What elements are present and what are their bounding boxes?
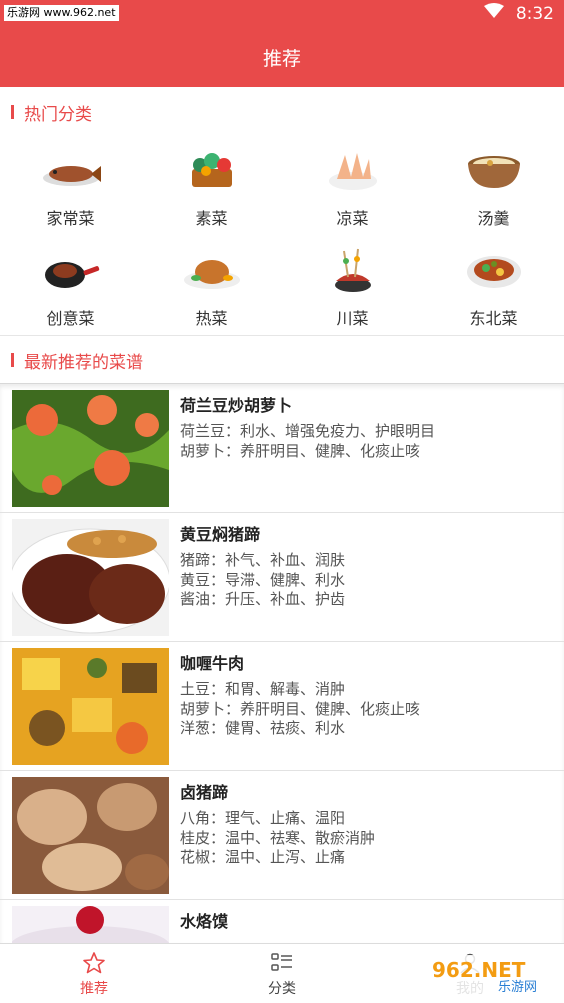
stir-fry-plate-icon <box>462 243 526 297</box>
soup-pot-icon <box>462 143 526 197</box>
category-label: 创意菜 <box>46 309 95 328</box>
heading-marker <box>11 105 14 119</box>
status-time: 8:32 <box>515 3 554 24</box>
recipe-image-peas-carrot <box>12 390 169 507</box>
category-label: 东北菜 <box>469 309 518 328</box>
category-item-sucai[interactable]: 素菜 <box>141 135 282 235</box>
recipe-name: 黄豆焖猪蹄 <box>180 525 261 544</box>
recipe-benefit-line: 土豆：和胃、解毒、消肿 <box>180 680 346 698</box>
category-grid: 家常菜 素菜 凉菜 汤羹 创意菜 热菜 川菜 东北菜 <box>0 135 564 335</box>
vegetable-basket-icon <box>180 143 244 197</box>
recipe-item[interactable]: 咖喱牛肉 土豆：和胃、解毒、消肿 胡萝卜：养肝明目、健脾、化痰止咳 洋葱：健胃、… <box>0 642 564 771</box>
category-label: 热菜 <box>195 309 228 328</box>
recipe-image-soy-trotter <box>12 519 169 636</box>
recipe-benefit-line: 猪蹄：补气、补血、润肤 <box>180 551 346 569</box>
recipe-item[interactable]: 卤猪蹄 八角：理气、止痛、温阳 桂皮：温中、祛寒、散瘀消肿 花椒：温中、止泻、止… <box>0 771 564 900</box>
category-item-recai[interactable]: 热菜 <box>141 235 282 335</box>
recipe-benefit-line: 胡萝卜：养肝明目、健脾、化痰止咳 <box>180 699 421 718</box>
category-label: 汤羹 <box>477 209 510 228</box>
status-indicators: 8:32 <box>483 3 554 24</box>
tab-category[interactable]: 分类 <box>188 944 376 1003</box>
recipe-name: 荷兰豆炒胡萝卜 <box>180 396 293 415</box>
recipe-name: 卤猪蹄 <box>180 783 229 802</box>
category-item-jiachangcai[interactable]: 家常菜 <box>0 135 141 235</box>
recipe-benefits: 荷兰豆：利水、增强免疫力、护眼明目 胡萝卜：养肝明目、健脾、化痰止咳 <box>180 422 435 461</box>
latest-recipes-heading: 最新推荐的菜谱 <box>0 336 564 384</box>
frying-pan-icon <box>39 243 103 297</box>
brand-logo-text: 962.NET <box>432 958 526 982</box>
recipe-benefit-line: 桂皮：温中、祛寒、散瘀消肿 <box>180 828 376 847</box>
recipe-benefit-line: 花椒：温中、止泻、止痛 <box>180 848 346 866</box>
tab-recommend[interactable]: 推荐 <box>0 944 188 1003</box>
category-item-tanggeng[interactable]: 汤羹 <box>423 135 564 235</box>
recipe-benefit-line: 黄豆：导滞、健脾、利水 <box>180 570 346 589</box>
status-bar: 乐游网 www.962.net 8:32 <box>0 0 564 28</box>
watermark: 乐游网 www.962.net <box>4 5 119 21</box>
hot-categories-heading: 热门分类 <box>0 88 564 136</box>
category-item-dongbeicai[interactable]: 东北菜 <box>423 235 564 335</box>
recipe-image-curry-beef <box>12 648 169 765</box>
recipe-image-water-flatbread <box>12 906 169 943</box>
category-label: 凉菜 <box>336 209 369 228</box>
recipe-benefits: 八角：理气、止痛、温阳 桂皮：温中、祛寒、散瘀消肿 花椒：温中、止泻、止痛 <box>180 809 375 868</box>
recipe-item[interactable]: 水烙馍 <box>0 900 564 943</box>
recipe-benefits: 猪蹄：补气、补血、润肤 黄豆：导滞、健脾、利水 酱油：升压、补血、护齿 <box>180 551 345 610</box>
category-label: 川菜 <box>336 309 369 328</box>
recipe-benefit-line: 荷兰豆：利水、增强免疫力、护眼明目 <box>180 422 436 440</box>
page-title: 推荐 <box>262 48 301 70</box>
recipe-benefit-line: 胡萝卜：养肝明目、健脾、化痰止咳 <box>180 441 421 460</box>
recipe-list[interactable]: 荷兰豆炒胡萝卜 荷兰豆：利水、增强免疫力、护眼明目 胡萝卜：养肝明目、健脾、化痰… <box>0 383 564 943</box>
app-header: 推荐 <box>0 28 564 87</box>
category-item-liangcai[interactable]: 凉菜 <box>282 135 423 235</box>
brand-logo-subtext: 乐游网 <box>498 980 537 995</box>
recipe-benefit-line: 八角：理气、止痛、温阳 <box>180 809 346 827</box>
skewer-pot-icon <box>321 243 385 297</box>
tab-label: 推荐 <box>80 980 108 997</box>
heading-marker <box>11 353 14 367</box>
tab-label: 分类 <box>268 980 296 997</box>
recipe-image-braised-trotter <box>12 777 169 894</box>
latest-recipes-title: 最新推荐的菜谱 <box>24 352 143 373</box>
hot-categories-title: 热门分类 <box>24 104 92 125</box>
wifi-icon <box>483 3 504 24</box>
recipe-item[interactable]: 黄豆焖猪蹄 猪蹄：补气、补血、润肤 黄豆：导滞、健脾、利水 酱油：升压、补血、护… <box>0 513 564 642</box>
list-icon <box>270 950 294 976</box>
category-label: 家常菜 <box>46 209 95 228</box>
recipe-item[interactable]: 荷兰豆炒胡萝卜 荷兰豆：利水、增强免疫力、护眼明目 胡萝卜：养肝明目、健脾、化痰… <box>0 384 564 513</box>
category-item-chuancai[interactable]: 川菜 <box>282 235 423 335</box>
recipe-benefit-line: 洋葱：健胃、祛痰、利水 <box>180 719 346 737</box>
roast-chicken-icon <box>180 243 244 297</box>
category-label: 素菜 <box>195 209 228 228</box>
brand-logo: 962.NET 乐游网 <box>426 953 556 997</box>
recipe-benefits: 土豆：和胃、解毒、消肿 胡萝卜：养肝明目、健脾、化痰止咳 洋葱：健胃、祛痰、利水 <box>180 680 420 739</box>
fish-dish-icon <box>39 143 103 197</box>
recipe-benefit-line: 酱油：升压、补血、护齿 <box>180 590 346 608</box>
cold-dish-icon <box>321 143 385 197</box>
recipe-name: 水烙馍 <box>180 912 229 931</box>
recipe-name: 咖喱牛肉 <box>180 654 245 673</box>
star-icon <box>82 950 106 976</box>
category-item-chuangyicai[interactable]: 创意菜 <box>0 235 141 335</box>
